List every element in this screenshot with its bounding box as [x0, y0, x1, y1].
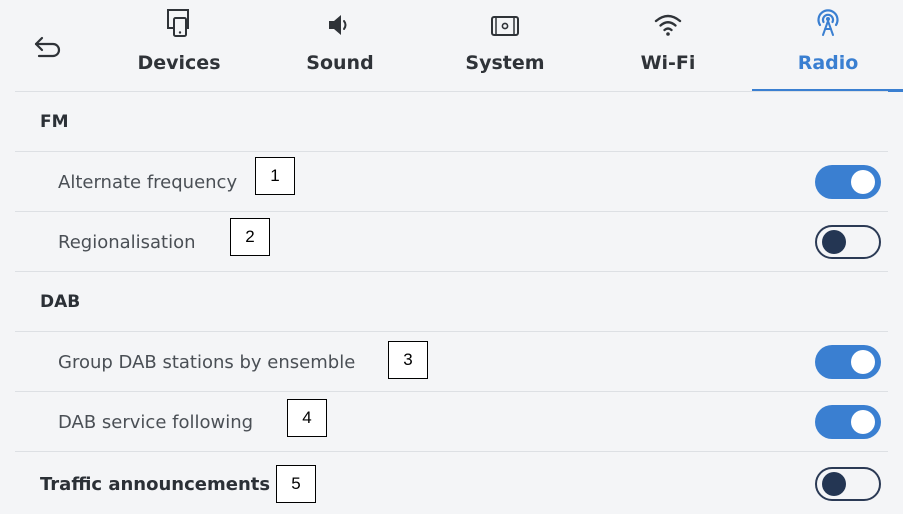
- system-screen-icon: [490, 8, 520, 38]
- toggle-knob: [851, 350, 875, 374]
- wifi-icon: [653, 8, 683, 38]
- setting-alternate-frequency[interactable]: Alternate frequency: [0, 152, 903, 212]
- dab-service-following-toggle[interactable]: [815, 405, 881, 439]
- tab-sound[interactable]: Sound: [280, 8, 400, 88]
- section-title: FM: [40, 112, 69, 132]
- tab-label: Sound: [306, 52, 374, 74]
- tab-bar: Devices Sound System Wi-Fi Radio: [0, 0, 903, 92]
- setting-dab-service-following[interactable]: DAB service following: [0, 392, 903, 452]
- setting-regionalisation[interactable]: Regionalisation: [0, 212, 903, 272]
- tab-devices[interactable]: Devices: [119, 8, 239, 88]
- setting-label: Traffic announcements: [40, 473, 271, 495]
- annotation-badge: 3: [388, 341, 428, 379]
- setting-label: Regionalisation: [58, 231, 196, 253]
- setting-label: Group DAB stations by ensemble: [58, 351, 356, 373]
- regionalisation-toggle[interactable]: [815, 225, 881, 259]
- section-header-dab: DAB: [0, 272, 903, 332]
- annotation-badge: 1: [255, 157, 295, 195]
- group-dab-stations-toggle[interactable]: [815, 345, 881, 379]
- tab-label: Radio: [797, 52, 859, 74]
- back-button[interactable]: [32, 32, 64, 64]
- divider: [15, 451, 888, 452]
- traffic-announcements-toggle[interactable]: [815, 467, 881, 501]
- toggle-knob: [822, 230, 846, 254]
- toggle-knob: [822, 472, 846, 496]
- tab-label: Devices: [137, 52, 221, 74]
- toggle-knob: [851, 410, 875, 434]
- radio-antenna-icon: [813, 8, 843, 38]
- setting-group-dab-stations[interactable]: Group DAB stations by ensemble: [0, 332, 903, 392]
- alternate-frequency-toggle[interactable]: [815, 165, 881, 199]
- toggle-knob: [851, 170, 875, 194]
- setting-label: Alternate frequency: [58, 171, 238, 193]
- tab-wifi[interactable]: Wi-Fi: [608, 8, 728, 88]
- section-title: DAB: [40, 292, 81, 312]
- setting-traffic-announcements[interactable]: Traffic announcements: [0, 454, 903, 514]
- phone-device-icon: [166, 8, 192, 38]
- annotation-badge: 2: [230, 218, 270, 256]
- section-header-fm: FM: [0, 92, 903, 152]
- speaker-icon: [326, 8, 354, 38]
- annotation-badge: 5: [276, 465, 316, 503]
- tab-radio[interactable]: Radio: [768, 8, 888, 88]
- annotation-badge: 4: [287, 399, 327, 437]
- back-arrow-icon: [34, 36, 61, 58]
- tab-label: Wi-Fi: [640, 52, 696, 74]
- setting-label: DAB service following: [58, 411, 254, 433]
- tab-label: System: [465, 52, 545, 74]
- tab-system[interactable]: System: [445, 8, 565, 88]
